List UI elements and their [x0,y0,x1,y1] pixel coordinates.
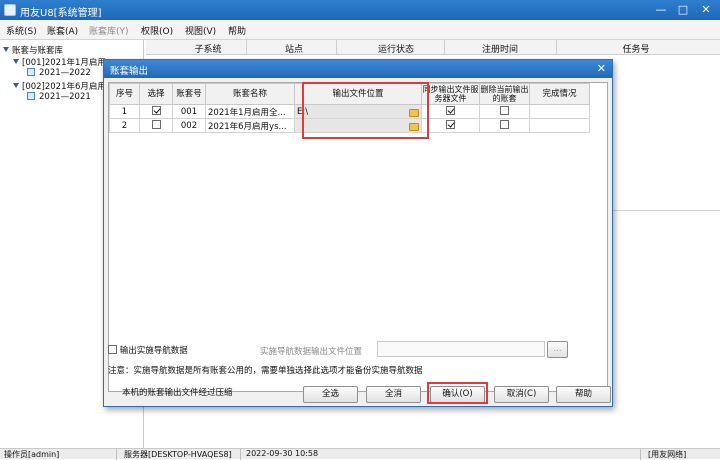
status-server: 服务器[DESKTOP-HVAQES8] [124,450,232,459]
nav-path-input[interactable] [377,341,545,357]
dialog-title: 账套输出 [110,66,149,77]
caret-down-icon [3,47,9,52]
maximize-button[interactable]: □ [674,2,692,18]
table-row[interactable]: 2 002 2021年6月启用ys... [109,118,590,133]
compress-note: 本机的账套输出文件经过压缩 [122,388,233,398]
caret-down-icon [13,83,19,88]
menu-help[interactable]: 帮助 [228,24,246,37]
status-datetime: 2022-09-30 10:58 [246,449,319,458]
menu-account[interactable]: 账套(A) [47,24,78,37]
sync-checkbox[interactable] [446,106,455,115]
main-list-header: 子系统 站点 运行状态 注册时间 任务号 [146,40,720,55]
dialog-title-bar: 账套输出 ✕ [104,60,612,78]
row-output-path[interactable]: E:\ [294,104,422,119]
select-checkbox[interactable] [151,106,161,115]
status-bar: 操作员[admin] 服务器[DESKTOP-HVAQES8] 2022-09-… [0,448,720,460]
col-status: 完成情况 [529,83,590,105]
row-code: 002 [172,118,206,133]
row-code: 001 [172,104,206,119]
tree-account-001[interactable]: [001]2021年1月启用 [13,56,106,68]
nav-path-label: 实施导航数据输出文件位置 [260,347,363,357]
col-code: 账套号 [172,83,206,105]
window-title-bar: 用友U8[系统管理] — □ ✕ [0,0,720,20]
menu-bar: 系统(S) 账套(A) 账套库(Y) 权限(O) 视图(V) 帮助 [0,20,720,40]
delete-checkbox[interactable] [500,106,509,115]
caret-down-icon [13,59,19,64]
row-output-path[interactable] [294,118,422,133]
column-task-number[interactable]: 任务号 [606,42,666,55]
tree-year-002[interactable]: 2021—2021 [27,92,91,102]
calendar-icon [27,68,35,76]
row-name: 2021年1月启用全... [205,104,295,119]
column-run-status[interactable]: 运行状态 [356,42,436,55]
help-button[interactable]: 帮助 [556,386,611,403]
close-button[interactable]: ✕ [697,2,715,18]
table-row[interactable]: 1 001 2021年1月启用全... E:\ [109,104,590,119]
column-register-time[interactable]: 注册时间 [460,42,540,55]
calendar-icon [27,92,35,100]
dialog-close-icon[interactable]: ✕ [597,62,606,75]
folder-icon[interactable] [409,122,419,131]
clear-all-button[interactable]: 全消 [366,386,421,403]
row-index: 2 [109,118,140,133]
select-all-button[interactable]: 全选 [303,386,358,403]
export-nav-option[interactable]: 输出实施导航数据 [108,344,188,356]
col-name: 账套名称 [205,83,295,105]
account-export-dialog: 账套输出 ✕ 序号 选择 账套号 账套名称 输出文件位置 同步输出文件服务器文件… [103,59,613,407]
nav-path-browse-button[interactable]: ... [547,341,568,358]
column-subsystem[interactable]: 子系统 [178,42,238,55]
window-title: 用友U8[系统管理] [20,8,102,19]
col-delete-current: 删除当前输出的账套 [479,83,530,105]
menu-account-library[interactable]: 账套库(Y) [89,24,129,37]
row-name: 2021年6月启用ys... [205,118,295,133]
export-nav-label: 输出实施导航数据 [119,346,188,356]
status-network: [用友网络] [648,450,687,459]
tree-year-001[interactable]: 2021—2022 [27,68,91,78]
cancel-button[interactable]: 取消(C) [494,386,549,403]
menu-permission[interactable]: 权限(O) [141,24,173,37]
col-sync-output: 同步输出文件服务器文件 [421,83,480,105]
menu-system[interactable]: 系统(S) [6,24,37,37]
delete-checkbox[interactable] [500,120,509,129]
col-select: 选择 [139,83,173,105]
column-site[interactable]: 站点 [264,42,324,55]
status-operator: 操作员[admin] [4,450,60,459]
sync-checkbox[interactable] [446,120,455,129]
tree-account-002[interactable]: [002]2021年6月启用 [13,80,106,92]
tree-root[interactable]: 账套与账套库 [3,44,63,56]
menu-view[interactable]: 视图(V) [185,24,216,37]
select-checkbox[interactable] [151,120,161,129]
row-status [529,104,590,119]
minimize-button[interactable]: — [652,2,670,18]
export-nav-checkbox[interactable] [108,345,117,354]
col-output-path: 输出文件位置 [294,83,422,105]
row-index: 1 [109,104,140,119]
col-index: 序号 [109,83,140,105]
confirm-button[interactable]: 确认(O) [430,386,485,403]
row-status [529,118,590,133]
folder-icon[interactable] [409,108,419,117]
app-icon [4,4,16,16]
note-text: 注意：实施导航数据是所有账套公用的，需要单独选择此选项才能备份实施导航数据 [108,366,423,376]
